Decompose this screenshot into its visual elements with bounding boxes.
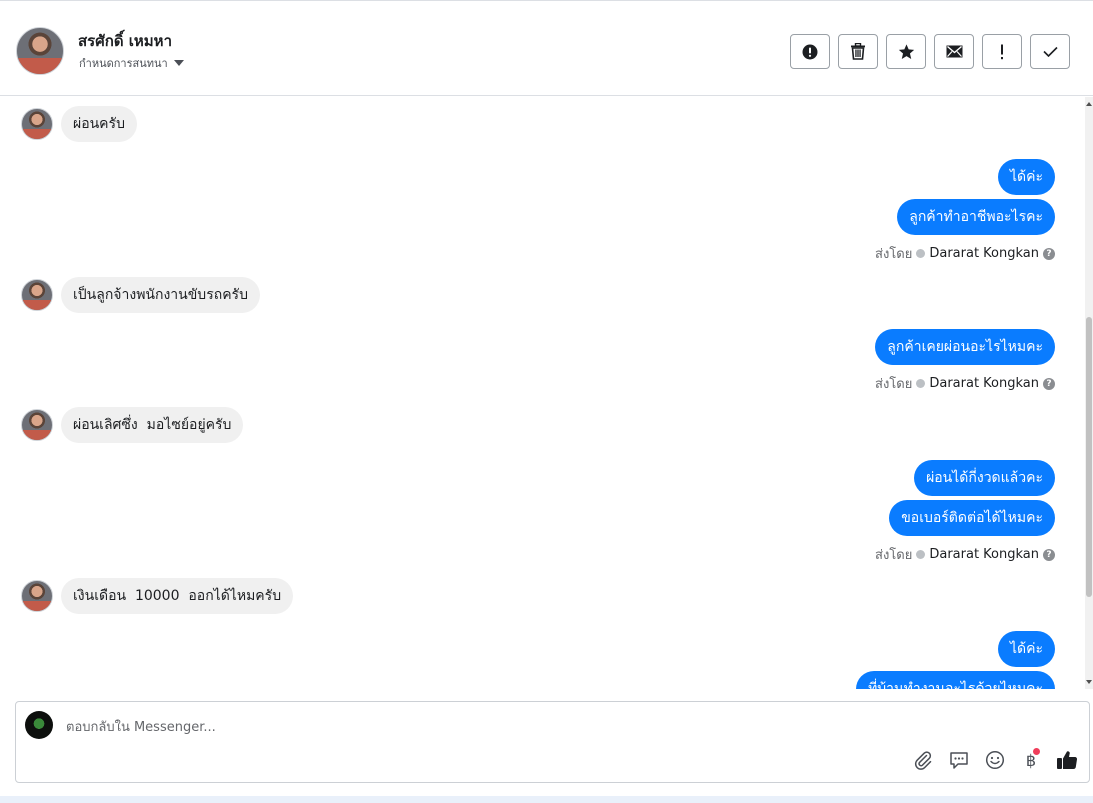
contact-avatar[interactable] [16, 27, 64, 75]
done-button[interactable] [1030, 34, 1070, 69]
incoming-message: เป็นลูกจ้างพนักงานขับรถครับ [21, 277, 260, 313]
trash-icon [851, 43, 865, 60]
outgoing-bubble[interactable]: ได้ค่ะ [997, 159, 1055, 195]
conversation-panel: สรศักดิ์ เหมหา กำหนดการสนทนา ผ่อนครับ ได… [0, 0, 1093, 796]
contact-avatar-small [21, 108, 53, 140]
contact-avatar-small [21, 279, 53, 311]
header-toolbar [790, 34, 1070, 69]
delete-button[interactable] [838, 34, 878, 69]
saved-replies-button[interactable] [947, 748, 971, 772]
star-button[interactable] [886, 34, 926, 69]
agent-name[interactable]: Dararat Kongkan [929, 246, 1039, 261]
page-avatar [25, 711, 53, 739]
sent-by-line: ส่งโดย Dararat Kongkan ? [875, 373, 1055, 394]
help-icon[interactable]: ? [1043, 247, 1055, 260]
reply-input[interactable] [64, 716, 964, 738]
agent-name[interactable]: Dararat Kongkan [929, 547, 1039, 562]
scroll-down-arrow-icon[interactable] [1086, 680, 1092, 684]
outgoing-bubble[interactable]: ผ่อนได้กี่งวดแล้วคะ [914, 460, 1055, 496]
attach-button[interactable] [911, 748, 935, 772]
outgoing-bubble[interactable]: ลูกค้าเคยผ่อนอะไรไหมคะ [875, 329, 1055, 365]
emoji-button[interactable] [983, 748, 1007, 772]
incoming-bubble[interactable]: ผ่อนครับ [61, 106, 137, 142]
assign-conversation-dropdown[interactable]: กำหนดการสนทนา [79, 54, 184, 72]
incoming-bubble[interactable]: ผ่อนเลิศซึ่ง มอไซย์อยู่ครับ [61, 407, 244, 443]
incoming-message: ผ่อนครับ [21, 106, 137, 142]
thumbs-up-icon [1057, 751, 1078, 770]
envelope-icon [946, 45, 962, 58]
notification-dot [1033, 748, 1040, 755]
help-icon[interactable]: ? [1043, 548, 1055, 561]
assign-conversation-label: กำหนดการสนทนา [79, 57, 168, 70]
sent-by-label: ส่งโดย [875, 247, 913, 262]
contact-name[interactable]: สรศักดิ์ เหมหา [78, 29, 172, 53]
conversation-header: สรศักดิ์ เหมหา กำหนดการสนทนา [0, 7, 1093, 96]
sent-by-line: ส่งโดย Dararat Kongkan ? [875, 544, 1055, 565]
outgoing-bubble[interactable]: ได้ค่ะ [997, 631, 1055, 667]
contact-avatar-small [21, 409, 53, 441]
mark-unread-button[interactable] [934, 34, 974, 69]
outgoing-bubble[interactable]: ลูกค้าทำอาชีพอะไรคะ [897, 199, 1055, 235]
payment-button[interactable]: ฿ [1019, 748, 1043, 772]
sent-by-line: ส่งโดย Dararat Kongkan ? [875, 243, 1055, 264]
verified-dot-icon [916, 550, 926, 559]
scroll-thumb[interactable] [1086, 317, 1092, 597]
scroll-up-arrow-icon[interactable] [1086, 102, 1092, 106]
chat-bubble-icon [950, 752, 968, 769]
reply-composer: ฿ [15, 701, 1090, 783]
exclamation-circle-icon [802, 44, 818, 59]
incoming-message: ผ่อนเลิศซึ่ง มอไซย์อยู่ครับ [21, 407, 244, 443]
like-button[interactable] [1055, 748, 1079, 772]
exclamation-icon [1001, 44, 1003, 59]
incoming-bubble[interactable]: เงินเดือน 10000 ออกได้ไหมครับ [61, 578, 294, 614]
paperclip-icon [914, 751, 932, 770]
thread-scrollbar[interactable] [1085, 97, 1093, 689]
follow-up-button[interactable] [982, 34, 1022, 69]
message-thread: ผ่อนครับ ได้ค่ะ ลูกค้าทำอาชีพอะไรคะ ส่งโ… [0, 97, 1085, 689]
composer-tools: ฿ [911, 748, 1079, 772]
incoming-message: เงินเดือน 10000 ออกได้ไหมครับ [21, 578, 294, 614]
help-icon[interactable]: ? [1043, 377, 1055, 390]
agent-name[interactable]: Dararat Kongkan [929, 376, 1039, 391]
sent-by-label: ส่งโดย [875, 377, 913, 392]
alert-button[interactable] [790, 34, 830, 69]
sent-by-label: ส่งโดย [875, 548, 913, 563]
verified-dot-icon [916, 379, 926, 388]
check-icon [1042, 46, 1058, 57]
incoming-bubble[interactable]: เป็นลูกจ้างพนักงานขับรถครับ [61, 277, 260, 313]
contact-avatar-small [21, 580, 53, 612]
smile-icon [985, 750, 1005, 770]
outgoing-bubble[interactable]: ขอเบอร์ติดต่อได้ไหมคะ [889, 500, 1055, 536]
outgoing-bubble[interactable]: ที่บ้านทำงานอะไรด้วยไหมคะ [856, 671, 1055, 689]
verified-dot-icon [916, 249, 926, 258]
star-icon [898, 43, 914, 59]
caret-down-icon [173, 60, 184, 66]
